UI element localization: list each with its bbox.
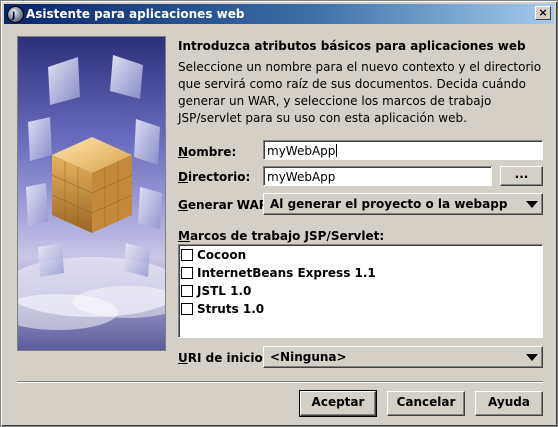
divider	[17, 381, 543, 383]
directorio-input[interactable]: myWebApp	[263, 166, 492, 186]
title-bar[interactable]: J Asistente para aplicaciones web ×	[4, 4, 554, 24]
uri-value: <Ninguna>	[270, 350, 347, 364]
frameworks-list[interactable]: Cocoon InternetBeans Express 1.1 JSTL 1.…	[178, 244, 543, 338]
wizard-banner-image	[17, 36, 166, 351]
uri-label: URI de inicio:	[178, 351, 268, 365]
window-title: Asistente para aplicaciones web	[26, 7, 245, 21]
marcos-label: Marcos de trabajo JSP/Servlet:	[178, 229, 385, 243]
app-icon: J	[7, 6, 24, 23]
nombre-label: Nombre:	[178, 145, 237, 159]
checkbox[interactable]	[181, 249, 193, 261]
checkbox[interactable]	[181, 285, 193, 297]
generar-war-label: Generar WAR:	[178, 198, 273, 212]
generar-war-value: Al generar el proyecto o la webapp	[270, 197, 508, 211]
uri-select[interactable]: <Ninguna>	[263, 346, 543, 368]
help-button[interactable]: Ayuda	[475, 391, 543, 416]
text-caret	[336, 144, 338, 157]
browse-button[interactable]: ...	[500, 166, 543, 186]
framework-label: InternetBeans Express 1.1	[197, 266, 376, 280]
cancel-button[interactable]: Cancelar	[387, 391, 465, 416]
nombre-input[interactable]: myWebApp	[263, 140, 543, 160]
chevron-down-icon	[526, 201, 538, 208]
checkbox[interactable]	[181, 303, 193, 315]
close-icon: ×	[538, 6, 548, 19]
generar-war-select[interactable]: Al generar el proyecto o la webapp	[263, 193, 543, 215]
page-heading: Introduzca atributos básicos para aplica…	[178, 39, 526, 53]
page-description: Seleccione un nombre para el nuevo conte…	[178, 60, 542, 125]
dialog-window: J Asistente para aplicaciones web × Intr…	[0, 0, 558, 427]
close-button[interactable]: ×	[535, 6, 551, 20]
checkbox[interactable]	[181, 267, 193, 279]
framework-label: Cocoon	[197, 248, 247, 262]
directorio-label: Directorio:	[178, 170, 251, 184]
cube-illustration	[18, 37, 165, 350]
svg-text:J: J	[11, 11, 15, 21]
framework-label: Struts 1.0	[197, 302, 265, 316]
framework-label: JSTL 1.0	[197, 284, 252, 298]
accept-button[interactable]: Aceptar	[299, 390, 377, 417]
chevron-down-icon	[526, 354, 538, 361]
